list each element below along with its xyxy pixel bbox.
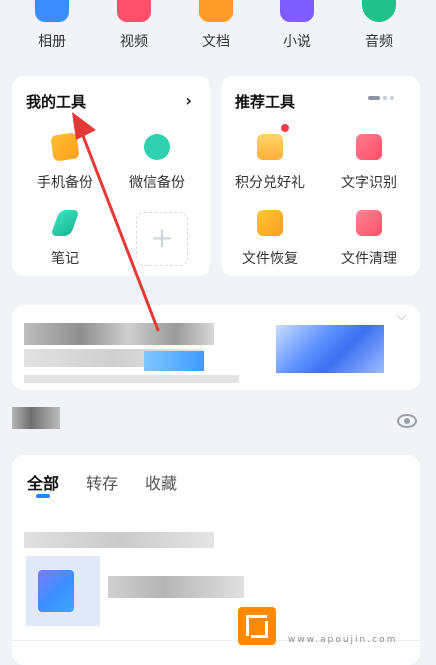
- watermark-logo: 欧金软件园 www.apoujin.com: [238, 604, 428, 650]
- annotation-arrowhead: [72, 112, 96, 140]
- watermark-badge: [238, 607, 276, 645]
- watermark-url: www.apoujin.com: [288, 635, 398, 645]
- annotation-arrow-line: [78, 126, 160, 332]
- watermark-brand: 欧金软件园: [283, 610, 410, 636]
- annotation-arrow: [72, 112, 160, 332]
